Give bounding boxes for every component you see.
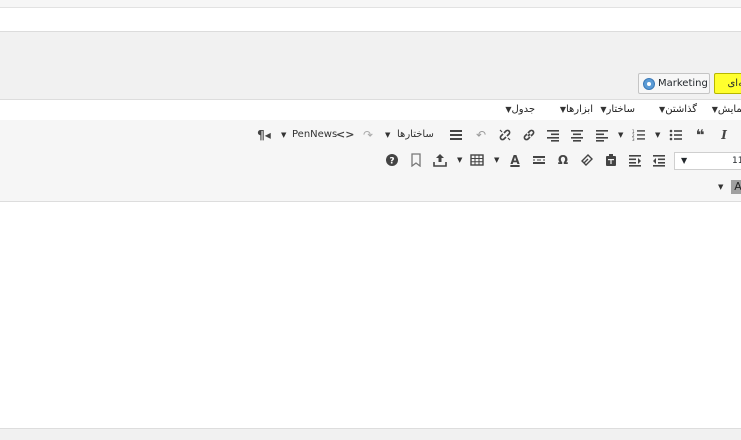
chevron-down-icon[interactable]: ▼	[457, 152, 462, 168]
undo-icon[interactable]: ↶	[473, 127, 489, 143]
menu-view[interactable]: نمایش▼	[708, 100, 741, 120]
menu-insert[interactable]: گذاشتن▼	[655, 100, 697, 120]
upload-icon[interactable]	[432, 152, 448, 168]
indent-icon[interactable]	[627, 152, 643, 168]
formats-dropdown[interactable]: ساختارها	[397, 127, 434, 143]
chevron-down-icon: ▼	[681, 156, 688, 165]
redo-icon[interactable]: ↷	[360, 127, 376, 143]
outdent-icon[interactable]	[651, 152, 667, 168]
text-color-icon[interactable]: A	[507, 152, 523, 168]
svg-text:?: ?	[389, 157, 394, 167]
svg-text:3: 3	[632, 137, 635, 142]
add-media-label: انه‌ای	[727, 78, 741, 89]
align-right-icon[interactable]	[545, 127, 561, 143]
unlink-icon[interactable]	[497, 127, 513, 143]
code-icon[interactable]: <>	[336, 127, 354, 143]
menu-view-label: نمایش	[717, 104, 741, 115]
clear-formatting-icon[interactable]	[579, 152, 595, 168]
horizontal-line-icon[interactable]	[531, 152, 547, 168]
menu-format-label: ساختار	[606, 104, 635, 115]
chevron-down-icon[interactable]: ▼	[618, 127, 623, 143]
special-character-icon[interactable]: Ω	[555, 152, 571, 168]
table-icon[interactable]	[469, 152, 485, 168]
blockquote-icon[interactable]: ❝	[692, 127, 708, 143]
toolbar-toggle-icon[interactable]	[448, 127, 464, 143]
menu-format[interactable]: ساختار▼	[596, 100, 635, 120]
marketing-button[interactable]: Marketing	[638, 73, 710, 94]
title-input[interactable]	[0, 8, 741, 32]
chevron-down-icon[interactable]: ▼	[281, 127, 286, 143]
highlight-color-button[interactable]: A	[731, 180, 741, 194]
menu-tools[interactable]: ابزارها▼	[556, 100, 593, 120]
add-media-button[interactable]: انه‌ای	[714, 73, 741, 94]
editor-menubar: نمایش▼ گذاشتن▼ ساختار▼ ابزارها▼ جدول▼	[0, 99, 741, 121]
marketing-icon	[643, 77, 655, 90]
pennews-label: PenNews	[292, 129, 338, 140]
editor-header-area	[0, 32, 741, 98]
menu-table[interactable]: جدول▼	[501, 100, 535, 120]
menu-table-label: جدول	[511, 104, 535, 115]
chevron-down-icon[interactable]: ▼	[385, 127, 390, 143]
bottom-strip	[0, 429, 741, 440]
menu-tools-label: ابزارها	[565, 104, 593, 115]
formats-label: ساختارها	[397, 129, 434, 140]
marketing-label: Marketing	[658, 78, 708, 89]
chevron-down-icon[interactable]: ▼	[655, 127, 660, 143]
menu-insert-label: گذاشتن	[665, 104, 697, 115]
pennews-button[interactable]: PenNews	[292, 127, 337, 143]
editor-content-area[interactable]	[0, 202, 741, 429]
bookmark-icon[interactable]	[408, 152, 424, 168]
numbered-list-icon[interactable]: 123	[631, 127, 647, 143]
link-icon[interactable]	[521, 127, 537, 143]
bullet-list-icon[interactable]	[668, 127, 684, 143]
chevron-down-icon[interactable]: ▼	[494, 152, 499, 168]
paste-text-icon[interactable]	[603, 152, 619, 168]
help-icon[interactable]: ?	[384, 152, 400, 168]
top-strip	[0, 0, 741, 8]
align-center-icon[interactable]	[569, 127, 585, 143]
align-left-icon[interactable]	[594, 127, 610, 143]
highlight-label: A	[734, 180, 741, 193]
chevron-down-icon[interactable]: ▼	[718, 179, 723, 195]
font-size-select[interactable]: ▼ 11	[674, 152, 741, 170]
paragraph-direction-icon[interactable]: ¶◂	[256, 127, 272, 143]
font-size-value: 11	[732, 156, 741, 166]
italic-icon[interactable]: I	[716, 127, 732, 143]
